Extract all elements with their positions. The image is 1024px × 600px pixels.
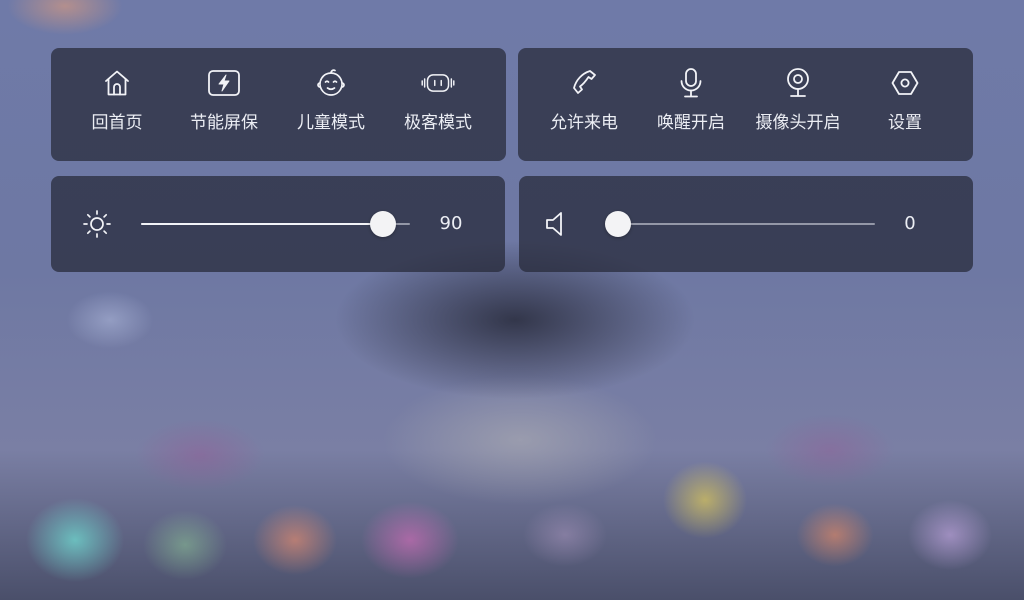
home-button[interactable]: 回首页 — [64, 48, 170, 161]
quick-actions-panel-left: 回首页 节能屏保 儿童模式 极客模式 — [51, 48, 506, 161]
quick-actions-panel-right: 允许来电 唤醒开启 摄像头开启 设置 — [518, 48, 973, 161]
microphone-icon — [674, 66, 708, 100]
phone-icon — [567, 66, 601, 100]
webcam-icon — [781, 66, 815, 100]
baby-face-icon — [314, 66, 348, 100]
volume-panel: 0 — [519, 176, 973, 272]
speaker-icon — [541, 208, 573, 240]
volume-slider-thumb[interactable] — [605, 211, 631, 237]
sun-icon — [81, 208, 113, 240]
brightness-slider-thumb[interactable] — [370, 211, 397, 237]
allow-calls-label: 允许来电 — [550, 113, 618, 133]
geek-mode-button[interactable]: 极客模式 — [385, 48, 491, 161]
energy-saving-label: 节能屏保 — [190, 113, 258, 133]
camera-on-label: 摄像头开启 — [755, 113, 841, 133]
energy-saving-screensaver-button[interactable]: 节能屏保 — [171, 48, 277, 161]
volume-value: 0 — [904, 213, 916, 234]
allow-calls-button[interactable]: 允许来电 — [531, 48, 637, 161]
camera-on-button[interactable]: 摄像头开启 — [745, 48, 851, 161]
hexagon-settings-icon — [888, 66, 922, 100]
volume-slider-track[interactable] — [618, 223, 875, 225]
brightness-value: 90 — [439, 213, 463, 234]
settings-button[interactable]: 设置 — [852, 48, 958, 161]
energy-saving-icon — [207, 66, 241, 100]
settings-label: 设置 — [888, 113, 922, 133]
brightness-panel: 90 — [51, 176, 505, 272]
robot-icon — [421, 66, 455, 100]
wake-up-button[interactable]: 唤醒开启 — [638, 48, 744, 161]
home-icon — [100, 66, 134, 100]
home-label: 回首页 — [91, 113, 143, 133]
geek-mode-label: 极客模式 — [404, 113, 472, 133]
kids-mode-label: 儿童模式 — [297, 113, 365, 133]
brightness-slider-fill — [141, 223, 384, 225]
wake-up-label: 唤醒开启 — [657, 113, 725, 133]
kids-mode-button[interactable]: 儿童模式 — [278, 48, 384, 161]
